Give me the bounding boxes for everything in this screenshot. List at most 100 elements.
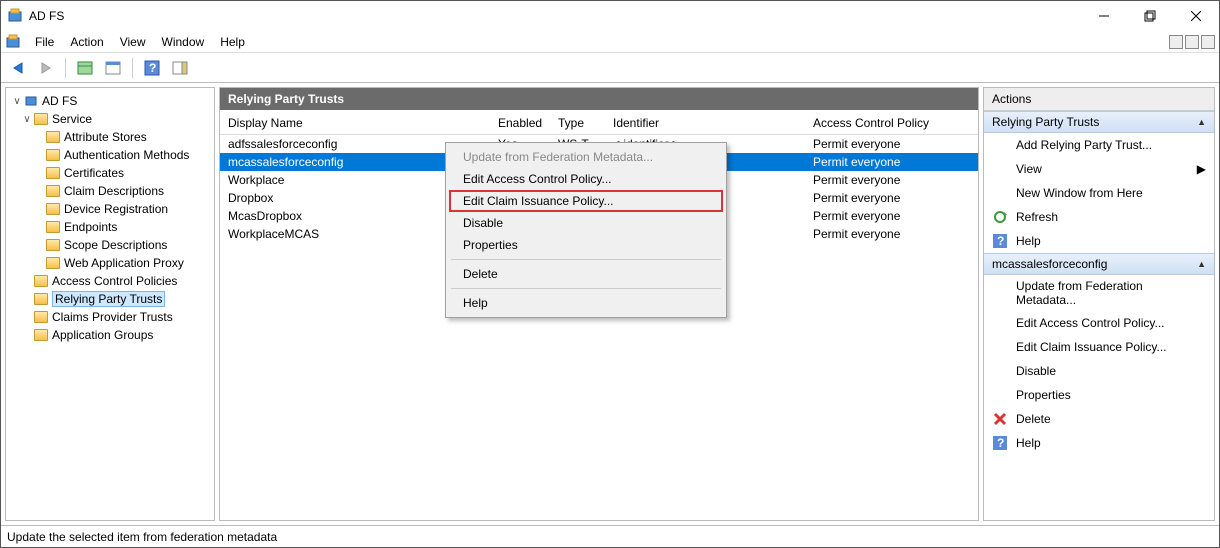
svg-text:?: ? <box>997 234 1004 248</box>
help-button[interactable]: ? <box>141 57 163 79</box>
context-menu-item[interactable]: Edit Access Control Policy... <box>449 168 723 190</box>
blank-icon <box>992 161 1008 177</box>
help-icon: ? <box>992 233 1008 249</box>
tree-item[interactable]: Attribute Stores <box>6 128 214 146</box>
action-item[interactable]: Add Relying Party Trust... <box>984 133 1214 157</box>
center-pane: Relying Party Trusts Display Name Enable… <box>219 87 979 521</box>
tree-item[interactable]: Certificates <box>6 164 214 182</box>
folder-icon <box>34 329 48 341</box>
folder-icon <box>34 113 48 125</box>
actions-pane: Actions Relying Party Trusts▲ Add Relyin… <box>983 87 1215 521</box>
submenu-arrow-icon: ▶ <box>1197 162 1206 176</box>
adfs-root-icon <box>24 93 38 110</box>
menu-help[interactable]: Help <box>212 35 253 49</box>
folder-icon <box>34 275 48 287</box>
action-item[interactable]: Update from Federation Metadata... <box>984 275 1214 311</box>
show-hide-action-pane-button[interactable] <box>169 57 191 79</box>
app-icon <box>7 8 23 24</box>
delete-icon <box>992 411 1008 427</box>
context-menu-item: Update from Federation Metadata... <box>449 146 723 168</box>
menu-view[interactable]: View <box>112 35 154 49</box>
show-hide-tree-button[interactable] <box>74 57 96 79</box>
maximize-button[interactable] <box>1127 1 1173 31</box>
svg-text:?: ? <box>997 436 1004 450</box>
col-access-control-policy[interactable]: Access Control Policy <box>813 116 953 130</box>
menu-window[interactable]: Window <box>154 35 213 49</box>
context-menu: Update from Federation Metadata...Edit A… <box>445 142 727 318</box>
blank-icon <box>992 363 1008 379</box>
col-identifier[interactable]: Identifier <box>613 116 813 130</box>
action-item[interactable]: Refresh <box>984 205 1214 229</box>
tree-item[interactable]: Web Application Proxy <box>6 254 214 272</box>
folder-icon <box>46 203 60 215</box>
forward-button[interactable] <box>35 57 57 79</box>
column-headers[interactable]: Display Name Enabled Type Identifier Acc… <box>220 110 978 135</box>
svg-text:?: ? <box>149 61 156 75</box>
context-menu-item[interactable]: Delete <box>449 263 723 285</box>
folder-icon <box>46 239 60 251</box>
toolbar: ? <box>1 53 1219 83</box>
folder-icon <box>46 167 60 179</box>
context-menu-item[interactable]: Help <box>449 292 723 314</box>
mdi-minimize-button[interactable] <box>1169 35 1183 49</box>
action-item[interactable]: Disable <box>984 359 1214 383</box>
titlebar: AD FS <box>1 1 1219 31</box>
menu-action[interactable]: Action <box>62 35 111 49</box>
refresh-icon <box>992 209 1008 225</box>
folder-icon <box>34 293 48 305</box>
tree-service[interactable]: ∨Service <box>6 110 214 128</box>
blank-icon <box>992 185 1008 201</box>
actions-group-selected[interactable]: mcassalesforceconfig▲ <box>984 253 1214 275</box>
blank-icon <box>992 285 1008 301</box>
tree-item[interactable]: Scope Descriptions <box>6 236 214 254</box>
minimize-button[interactable] <box>1081 1 1127 31</box>
tree-item[interactable]: Endpoints <box>6 218 214 236</box>
mdi-restore-button[interactable] <box>1185 35 1199 49</box>
tree-item[interactable]: Device Registration <box>6 200 214 218</box>
back-button[interactable] <box>7 57 29 79</box>
tree-item[interactable]: Authentication Methods <box>6 146 214 164</box>
properties-button[interactable] <box>102 57 124 79</box>
folder-icon <box>46 131 60 143</box>
col-enabled[interactable]: Enabled <box>498 116 558 130</box>
context-menu-item[interactable]: Disable <box>449 212 723 234</box>
menu-file[interactable]: File <box>27 35 62 49</box>
col-display-name[interactable]: Display Name <box>228 116 498 130</box>
tree-root[interactable]: ∨AD FS <box>6 92 214 110</box>
window-title: AD FS <box>29 9 1081 23</box>
tree-item[interactable]: Access Control Policies <box>6 272 214 290</box>
action-item[interactable]: Delete <box>984 407 1214 431</box>
collapse-icon: ▲ <box>1197 117 1206 127</box>
tree-item[interactable]: Relying Party Trusts <box>6 290 214 308</box>
blank-icon <box>992 339 1008 355</box>
action-item[interactable]: Edit Access Control Policy... <box>984 311 1214 335</box>
folder-icon <box>46 149 60 161</box>
tree-item[interactable]: Application Groups <box>6 326 214 344</box>
statusbar: Update the selected item from federation… <box>1 525 1219 547</box>
action-item[interactable]: ?Help <box>984 431 1214 455</box>
tree-item[interactable]: Claim Descriptions <box>6 182 214 200</box>
tree-item[interactable]: Claims Provider Trusts <box>6 308 214 326</box>
mdi-close-button[interactable] <box>1201 35 1215 49</box>
blank-icon <box>992 137 1008 153</box>
action-item[interactable]: Properties <box>984 383 1214 407</box>
folder-icon <box>46 257 60 269</box>
status-text: Update the selected item from federation… <box>7 530 277 544</box>
context-menu-item[interactable]: Properties <box>449 234 723 256</box>
actions-group-rpt[interactable]: Relying Party Trusts▲ <box>984 111 1214 133</box>
tree-pane[interactable]: ∨AD FS ∨Service Attribute StoresAuthenti… <box>5 87 215 521</box>
collapse-icon: ▲ <box>1197 259 1206 269</box>
action-item[interactable]: New Window from Here <box>984 181 1214 205</box>
folder-icon <box>46 221 60 233</box>
actions-header: Actions <box>984 88 1214 111</box>
col-type[interactable]: Type <box>558 116 613 130</box>
blank-icon <box>992 387 1008 403</box>
action-item[interactable]: View▶ <box>984 157 1214 181</box>
blank-icon <box>992 315 1008 331</box>
action-item[interactable]: ?Help <box>984 229 1214 253</box>
close-button[interactable] <box>1173 1 1219 31</box>
context-menu-item[interactable]: Edit Claim Issuance Policy... <box>449 190 723 212</box>
menubar: File Action View Window Help <box>1 31 1219 53</box>
action-item[interactable]: Edit Claim Issuance Policy... <box>984 335 1214 359</box>
help-icon: ? <box>992 435 1008 451</box>
